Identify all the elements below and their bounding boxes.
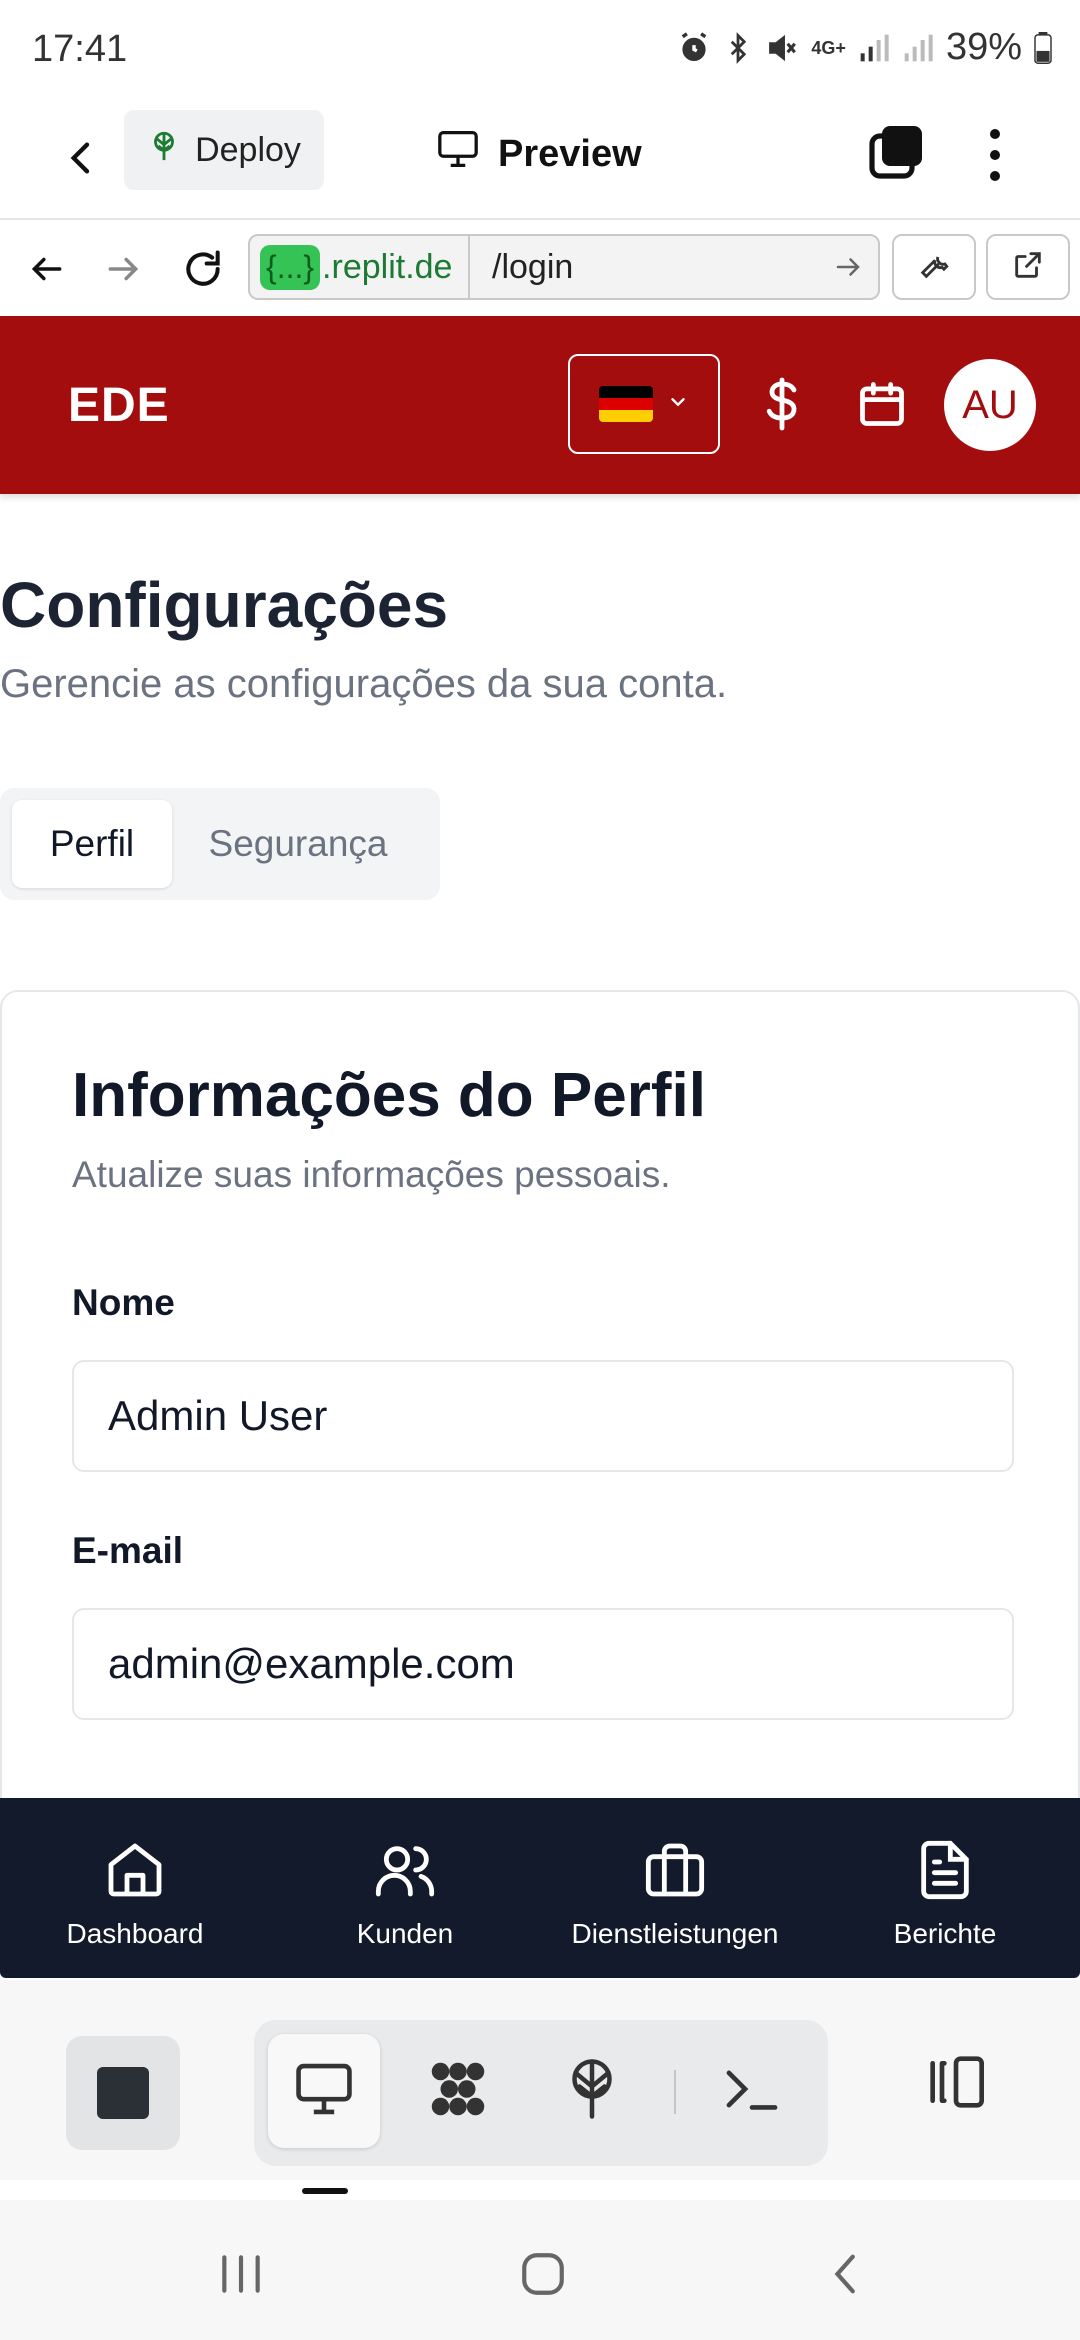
monitor-icon [436, 129, 480, 179]
url-host-pill: {...} [260, 244, 321, 290]
home-button-icon[interactable] [508, 2244, 578, 2304]
nav-item-dienstleistungen[interactable]: Dienstleistungen [540, 1798, 810, 1978]
replit-top-bar: Deploy Preview [0, 100, 1080, 220]
preview-title: Preview [436, 124, 642, 184]
deploy-label: Deploy [195, 130, 301, 169]
tab-seguranca[interactable]: Segurança [186, 800, 410, 888]
stop-button[interactable] [66, 2036, 180, 2150]
name-label: Nome [72, 1282, 175, 1323]
document-icon [913, 1838, 977, 1902]
nav-label-dienstleistungen: Dienstleistungen [571, 1918, 779, 1949]
status-icons: 4G+ 39% [677, 26, 1052, 69]
url-bar: {...} .replit.de /login [0, 222, 1080, 314]
back-button[interactable] [50, 126, 114, 190]
url-path[interactable]: /login [470, 248, 818, 287]
chevron-down-icon [667, 391, 689, 418]
nav-label-dashboard: Dashboard [66, 1918, 204, 1949]
deployments-mode-button[interactable] [536, 2034, 648, 2148]
url-field[interactable]: {...} .replit.de /login [248, 234, 880, 300]
email-label: E-mail [72, 1530, 184, 1571]
view-mode-group [254, 2020, 828, 2166]
deploy-icon [562, 2056, 622, 2127]
split-view-icon [923, 2054, 989, 2115]
shell-mode-button[interactable] [696, 2034, 808, 2148]
toolbar-divider [674, 2070, 676, 2114]
url-host: {...} .replit.de [250, 236, 470, 298]
page-subtitle: Gerencie as configurações da sua conta. [0, 662, 728, 706]
avatar[interactable]: AU [944, 359, 1036, 451]
battery-icon [1034, 31, 1052, 64]
reload-icon[interactable] [178, 244, 228, 294]
users-icon [373, 1838, 437, 1902]
language-selector[interactable] [568, 354, 720, 454]
nav-item-dashboard[interactable]: Dashboard [0, 1798, 270, 1978]
more-options-button[interactable] [970, 120, 1020, 190]
app-logo[interactable]: EDE [68, 378, 170, 433]
stop-icon [97, 2067, 149, 2119]
signal-icon-secondary [902, 32, 934, 64]
monitor-icon [293, 2061, 355, 2122]
battery-percent: 39% [945, 26, 1022, 68]
nav-label-kunden: Kunden [356, 1918, 454, 1949]
app-header: EDE AU [0, 316, 1080, 494]
tab-perfil[interactable]: Perfil [12, 800, 172, 888]
agent-icon [423, 2054, 493, 2129]
home-icon [103, 1838, 167, 1902]
settings-tabs: Perfil Segurança [0, 788, 440, 900]
briefcase-icon [643, 1838, 707, 1902]
currency-icon[interactable] [750, 372, 814, 436]
terminal-icon [722, 2063, 782, 2120]
status-bar: 17:41 4G+ 39% [0, 0, 1080, 100]
layout-toggle-button[interactable] [916, 2044, 996, 2124]
preview-label: Preview [498, 132, 642, 175]
wrench-icon [917, 248, 951, 287]
url-domain: .replit.de [322, 247, 453, 286]
agent-mode-button[interactable] [402, 2034, 514, 2148]
german-flag-icon [599, 386, 653, 422]
open-external-button[interactable] [986, 234, 1070, 300]
status-time: 17:41 [32, 28, 128, 70]
tabs-button[interactable] [866, 122, 926, 182]
active-mode-indicator [302, 2188, 348, 2194]
nav-item-kunden[interactable]: Kunden [270, 1798, 540, 1978]
signal-icon [858, 32, 890, 64]
deploy-icon [147, 129, 181, 172]
browser-forward-icon[interactable] [98, 244, 148, 294]
browser-back-icon[interactable] [22, 244, 72, 294]
nav-label-berichte: Berichte [893, 1918, 997, 1949]
name-field[interactable] [72, 1360, 1014, 1472]
url-go-icon[interactable] [818, 252, 878, 282]
preview-mode-button[interactable] [268, 2034, 380, 2148]
nav-item-berichte[interactable]: Berichte [810, 1798, 1080, 1978]
replit-toolbar [0, 1980, 1080, 2180]
devtools-button[interactable] [892, 234, 976, 300]
profile-card: Informações do Perfil Atualize suas info… [0, 990, 1080, 1830]
card-description: Atualize suas informações pessoais. [72, 1154, 671, 1195]
recent-apps-icon[interactable] [206, 2244, 276, 2304]
calendar-icon[interactable] [850, 372, 914, 436]
page-title: Configurações [0, 569, 449, 641]
card-title: Informações do Perfil [72, 1061, 706, 1130]
network-label: 4G+ [811, 37, 846, 58]
deploy-button[interactable]: Deploy [124, 110, 324, 190]
email-field[interactable] [72, 1608, 1014, 1720]
external-link-icon [1011, 248, 1045, 287]
android-navigation-bar [0, 2200, 1080, 2340]
bluetooth-icon [723, 31, 753, 65]
alarm-icon [677, 31, 711, 65]
mute-icon [765, 31, 799, 65]
bottom-navigation: Dashboard Kunden Dienstleistungen Berich… [0, 1798, 1080, 1978]
system-back-icon[interactable] [812, 2244, 882, 2304]
